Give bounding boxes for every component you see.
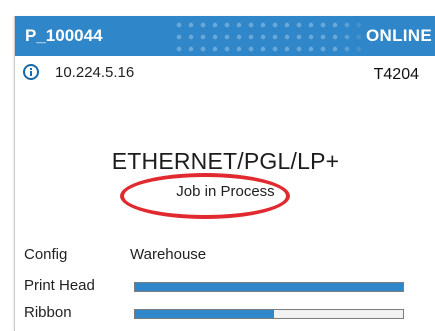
job-status-highlight (120, 173, 290, 219)
config-value: Warehouse (130, 246, 207, 263)
printer-status-card: P_100044 ONLINE 10.224.5.16 T4204 ETHERN… (14, 16, 435, 331)
ribbon-bar-fill (135, 310, 275, 318)
print-head-bar (134, 282, 404, 292)
ip-address: 10.224.5.16 (55, 64, 135, 81)
printer-titlebar: P_100044 ONLINE (15, 16, 435, 56)
print-head-label: Print Head (24, 277, 95, 294)
ribbon-label: Ribbon (24, 304, 72, 321)
print-head-bar-fill (135, 283, 403, 291)
emulation-type: ETHERNET/PGL/LP+ (111, 148, 340, 174)
printer-model: T4204 (373, 66, 419, 83)
config-label: Config (24, 246, 68, 263)
ribbon-bar (134, 309, 404, 319)
printer-id: P_100044 (25, 26, 103, 45)
info-icon[interactable] (23, 64, 39, 80)
online-status: ONLINE (365, 26, 432, 45)
